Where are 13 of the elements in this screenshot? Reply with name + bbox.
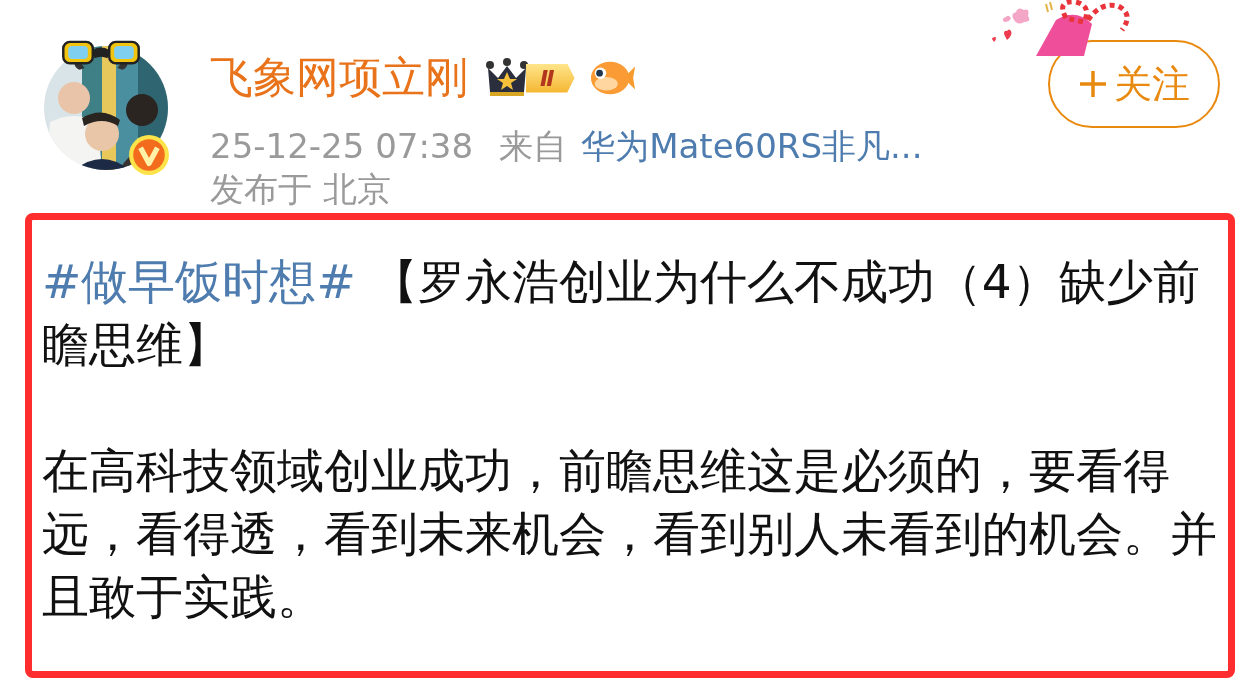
follow-button[interactable]: 关注 [1048,40,1220,128]
source-label: 来自 [499,125,568,168]
hearts-icon [990,28,1014,44]
plus-icon [1078,69,1108,99]
source-link[interactable]: 华为Mate60RS非凡... [581,124,923,170]
goggles-icon [60,38,142,72]
hashtag-link[interactable]: #做早饭时想# [42,254,356,309]
user-name[interactable]: 飞象网项立刚 [210,49,468,107]
level-badge: Ⅱ [482,56,575,100]
post-paragraph: 在高科技领域创业成功，前瞻思维这是必须的，要看得远，看得透，看到未来机会，看到别人未看到的机会。并且敢于实践。 [42,442,1218,626]
post-location: 发布于 北京 [210,170,392,208]
post-time: 25-12-25 07:38 [210,126,474,166]
post-title: #做早饭时想# 【罗永浩创业为什么不成功（4）缺少前瞻思维】 [42,253,1201,374]
